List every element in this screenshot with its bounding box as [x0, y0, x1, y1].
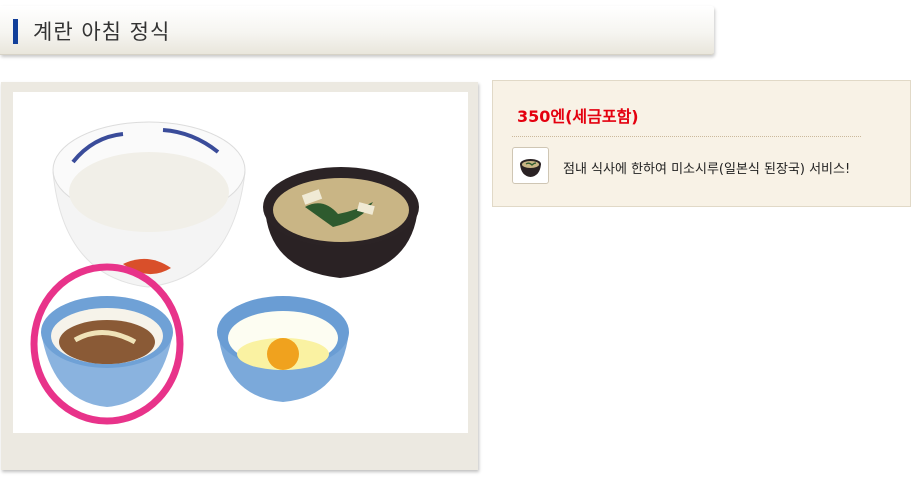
- meal-photo-frame: [1, 82, 478, 470]
- miso-soup-icon: [512, 147, 549, 184]
- miso-soup-bowl-icon: [263, 167, 419, 278]
- price-info-panel: 350엔(세금포함) 점내 식사에 한하여 미소시루(일본식 된장국) 서비스!: [492, 80, 911, 207]
- price-label: 350엔(세금포함): [517, 107, 639, 126]
- title-accent-bar: [13, 19, 18, 44]
- rice-bowl-icon: [52, 121, 246, 288]
- raw-egg-bowl-icon: [217, 296, 349, 402]
- meal-photo: [13, 92, 468, 433]
- divider: [512, 136, 861, 137]
- page-title: 계란 아침 정식: [33, 20, 171, 44]
- beef-side-dish-icon: [41, 296, 173, 407]
- service-note: 점내 식사에 한하여 미소시루(일본식 된장국) 서비스!: [563, 162, 851, 177]
- page-title-bar: 계란 아침 정식: [0, 6, 714, 55]
